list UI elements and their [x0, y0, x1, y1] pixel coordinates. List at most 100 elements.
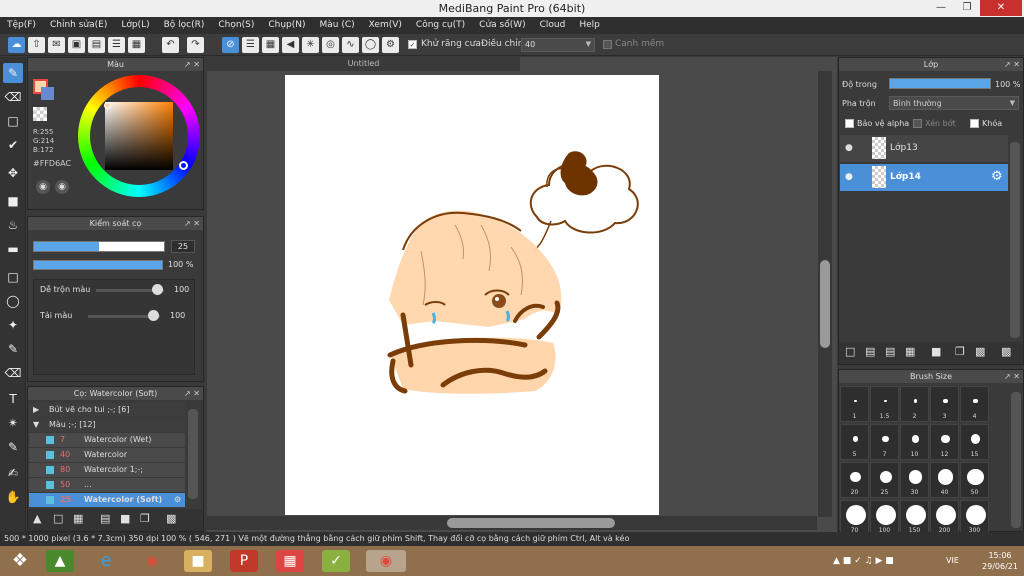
brush-size-value[interactable]: 25	[171, 240, 195, 253]
brush-size-scrollbar[interactable]	[1011, 392, 1021, 528]
ellipse-snap-icon[interactable]: ◯	[362, 37, 379, 53]
vanish-snap-icon[interactable]: ◀	[282, 37, 299, 53]
brush-size-cell[interactable]: 12	[930, 424, 959, 460]
add-layer-menu-icon[interactable]: ▦	[905, 345, 915, 358]
panel-controls-icon[interactable]: ↗ ✕	[184, 58, 200, 71]
select-eraser-icon[interactable]: ⌫	[3, 363, 23, 383]
windows-start-icon[interactable]: ❖	[6, 550, 34, 572]
document-icon[interactable]: ▤	[88, 37, 105, 53]
clipping-checkbox[interactable]	[913, 119, 922, 128]
panel-controls-icon[interactable]: ↗ ✕	[184, 387, 200, 400]
brush-item[interactable]: 40 Watercolor	[29, 448, 185, 462]
settings-icon[interactable]: ⚙	[382, 37, 399, 53]
menu-layer[interactable]: Lớp(L)	[114, 17, 156, 34]
vertical-scroll-thumb[interactable]	[820, 260, 830, 348]
brush-size-cell[interactable]: 10	[900, 424, 929, 460]
adjust-select[interactable]: 40 ▼	[521, 38, 595, 52]
brush-size-cell[interactable]: 30	[900, 462, 929, 498]
brush-icon[interactable]: ✎	[3, 63, 23, 83]
brush-size-cell[interactable]: 100	[870, 500, 899, 536]
restore-button[interactable]: ❐	[954, 0, 980, 16]
comment-icon[interactable]: ▣	[68, 37, 85, 53]
menu-window[interactable]: Cửa sổ(W)	[472, 17, 532, 34]
language-indicator[interactable]: VIE	[946, 556, 959, 565]
duplicate-icon[interactable]: ❐	[955, 345, 965, 358]
brush-item[interactable]: 7 Watercolor (Wet)	[29, 433, 185, 447]
gear-icon[interactable]: ⚙	[174, 493, 181, 507]
menu-view[interactable]: Xem(V)	[362, 17, 409, 34]
panel-controls-icon[interactable]: ↗ ✕	[184, 217, 200, 230]
saturation-handle[interactable]	[104, 102, 111, 109]
blend-slider-handle[interactable]	[152, 284, 163, 295]
brush-size-cell[interactable]: 15	[960, 424, 989, 460]
panel-controls-icon[interactable]: ↗ ✕	[1004, 370, 1020, 383]
gradient-icon[interactable]: ▬	[3, 239, 23, 259]
brush-group[interactable]: ▶ Bút vẽ cho tui ;-; [6]	[29, 403, 185, 417]
antialias-checkbox[interactable]: ✓	[408, 40, 417, 49]
parallel-snap-icon[interactable]: ☰	[242, 37, 259, 53]
brush-size-slider[interactable]	[33, 241, 165, 252]
gear-icon[interactable]: ⚙	[991, 169, 1003, 184]
menu-file[interactable]: Tệp(F)	[0, 17, 43, 34]
internet-explorer-icon[interactable]: e	[92, 550, 120, 572]
canvas-tab[interactable]: Untitled	[207, 57, 520, 71]
divide-icon[interactable]: ✴	[3, 413, 23, 433]
minimize-button[interactable]: —	[928, 0, 954, 16]
edge-checkbox[interactable]	[603, 40, 612, 49]
medibang-taskbar-icon[interactable]: ◉	[366, 550, 406, 572]
layer-row[interactable]: ● Lớp13	[840, 135, 1008, 162]
eyedropper-icon[interactable]: ✍	[3, 463, 23, 483]
eye-icon[interactable]: ●	[845, 172, 853, 182]
duplicate-icon[interactable]: ❐	[140, 512, 150, 525]
brush-item-selected[interactable]: 25 Watercolor (Soft) ⚙	[29, 493, 185, 507]
redo-icon[interactable]: ↷	[187, 37, 204, 53]
dot-icon[interactable]: □	[3, 111, 23, 131]
brush-size-cell[interactable]: 300	[960, 500, 989, 536]
menu-color[interactable]: Màu (C)	[313, 17, 362, 34]
transparent-color-swatch[interactable]	[33, 107, 47, 121]
file-explorer-icon[interactable]: ■	[184, 550, 212, 572]
menu-tools[interactable]: Công cụ(T)	[409, 17, 472, 34]
brush-size-cell[interactable]: 200	[930, 500, 959, 536]
saturation-square[interactable]	[105, 102, 173, 170]
protect-alpha-checkbox[interactable]	[845, 119, 854, 128]
brush-opacity-slider[interactable]	[33, 260, 163, 270]
brush-size-cell[interactable]: 1.5	[870, 386, 899, 422]
eye-icon[interactable]: ●	[845, 143, 853, 153]
powerpoint-icon[interactable]: P	[230, 550, 258, 572]
new-layer-icon[interactable]: □	[845, 345, 855, 358]
brush-item[interactable]: 80 Watercolor 1;-;	[29, 463, 185, 477]
canvas-paper[interactable]	[285, 75, 659, 515]
menu-help[interactable]: Help	[572, 17, 607, 34]
brush-size-cell[interactable]: 40	[930, 462, 959, 498]
brush-size-cell[interactable]: 25	[870, 462, 899, 498]
menu-edit[interactable]: Chỉnh sửa(E)	[43, 17, 114, 34]
folder-icon[interactable]: ■	[931, 345, 941, 358]
layer-opacity-slider[interactable]	[889, 78, 991, 89]
brush-item[interactable]: 50 ...	[29, 478, 185, 492]
undo-icon[interactable]: ↶	[162, 37, 179, 53]
brush-add-icon[interactable]: ▲	[33, 512, 41, 525]
cross-snap-icon[interactable]: ▦	[262, 37, 279, 53]
bluestacks-icon[interactable]: ▲	[46, 550, 74, 572]
hand-icon[interactable]: ✋	[3, 487, 23, 507]
operation-icon[interactable]: ✎	[3, 437, 23, 457]
brush-size-cell[interactable]: 150	[900, 500, 929, 536]
brush-size-cell[interactable]: 7	[870, 424, 899, 460]
select-rect-icon[interactable]: □	[3, 267, 23, 287]
horizontal-scroll-thumb[interactable]	[447, 518, 615, 528]
list-icon[interactable]: ☰	[108, 37, 125, 53]
eraser-icon[interactable]: ⌫	[3, 87, 23, 107]
ink-slider-handle[interactable]	[148, 310, 159, 321]
menu-filter[interactable]: Bộ lọc(R)	[157, 17, 212, 34]
layer-row-selected[interactable]: ● Lớp14 ⚙	[840, 164, 1008, 191]
brush-size-cell[interactable]: 3	[930, 386, 959, 422]
chat-icon[interactable]: ✉	[48, 37, 65, 53]
hue-wheel[interactable]	[78, 75, 200, 197]
curve-snap-icon[interactable]: ∿	[342, 37, 359, 53]
palette-add-icon[interactable]: ◉	[55, 180, 69, 194]
merge-down-icon[interactable]: ▩	[975, 345, 985, 358]
app-icon[interactable]: ▦	[276, 550, 304, 572]
cloud-icon[interactable]: ☁	[8, 37, 25, 53]
trash-icon[interactable]: ▩	[166, 512, 176, 525]
